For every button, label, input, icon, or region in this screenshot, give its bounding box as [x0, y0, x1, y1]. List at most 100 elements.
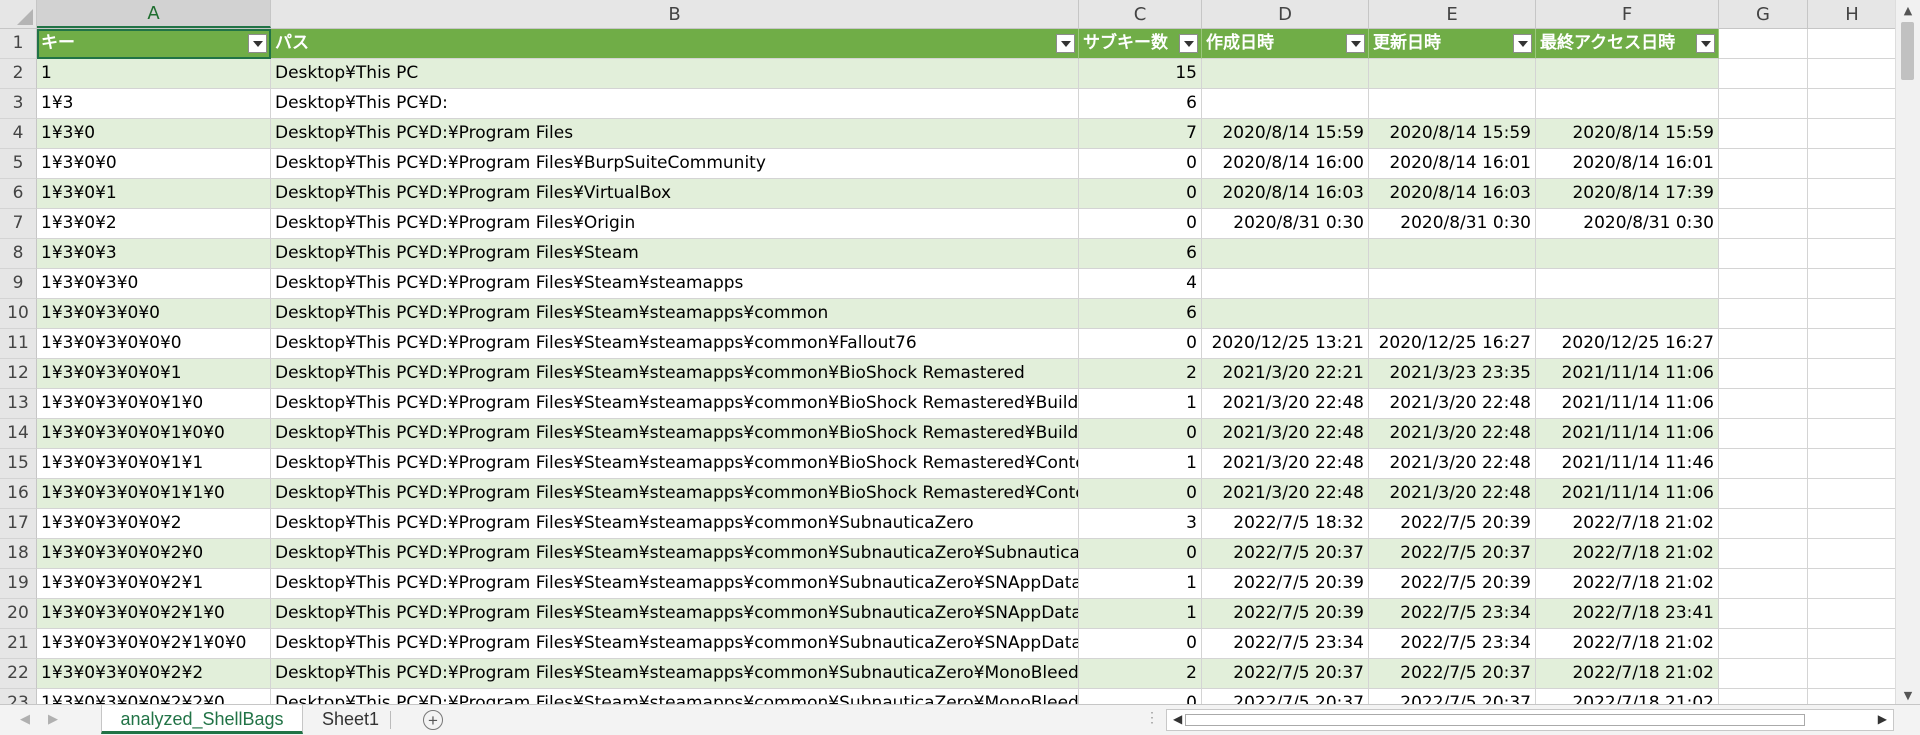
row-number[interactable]: 6: [0, 179, 37, 209]
row-number[interactable]: 5: [0, 149, 37, 179]
cell-created[interactable]: 2022/7/5 18:32: [1202, 509, 1369, 539]
cell-path[interactable]: Desktop¥This PC¥D:¥Program Files¥Steam¥s…: [271, 269, 1079, 299]
cell-path[interactable]: Desktop¥This PC: [271, 59, 1079, 89]
scroll-up-icon[interactable]: ▲: [1896, 0, 1920, 20]
horizontal-scroll-thumb[interactable]: [1185, 714, 1805, 726]
cell-path[interactable]: Desktop¥This PC¥D:¥Program Files¥Steam¥s…: [271, 479, 1079, 509]
row-number[interactable]: 10: [0, 299, 37, 329]
cell-h[interactable]: [1808, 539, 1896, 569]
cell-h[interactable]: [1808, 179, 1896, 209]
column-header-e[interactable]: E: [1369, 0, 1536, 28]
scroll-down-icon[interactable]: ▼: [1896, 685, 1920, 705]
cell-subkeys[interactable]: 1: [1079, 599, 1202, 629]
row-number[interactable]: 21: [0, 629, 37, 659]
row-number[interactable]: 15: [0, 449, 37, 479]
cell-modified[interactable]: [1369, 299, 1536, 329]
cell-subkeys[interactable]: 0: [1079, 179, 1202, 209]
cell-key[interactable]: 1¥3¥0¥3¥0¥0¥2¥2¥0: [37, 689, 271, 705]
cell-accessed[interactable]: 2020/8/14 15:59: [1536, 119, 1719, 149]
cell-path[interactable]: Desktop¥This PC¥D:¥Program Files¥Steam: [271, 239, 1079, 269]
cell-modified[interactable]: 2020/8/31 0:30: [1369, 209, 1536, 239]
cell-accessed[interactable]: [1536, 89, 1719, 119]
cell-path[interactable]: Desktop¥This PC¥D:¥Program Files¥Steam¥s…: [271, 419, 1079, 449]
cell-modified[interactable]: 2021/3/20 22:48: [1369, 419, 1536, 449]
header-cell-key[interactable]: キー: [37, 29, 271, 59]
cell-subkeys[interactable]: 0: [1079, 479, 1202, 509]
cell-g[interactable]: [1719, 509, 1808, 539]
cell-g[interactable]: [1719, 179, 1808, 209]
cell-h[interactable]: [1808, 659, 1896, 689]
cell-key[interactable]: 1¥3¥0¥3¥0¥0¥1¥1¥0: [37, 479, 271, 509]
cell-h[interactable]: [1808, 419, 1896, 449]
cell-created[interactable]: 2022/7/5 20:37: [1202, 689, 1369, 705]
cell-accessed[interactable]: 2021/11/14 11:46: [1536, 449, 1719, 479]
cell-accessed[interactable]: [1536, 59, 1719, 89]
filter-dropdown-icon[interactable]: [1056, 34, 1075, 53]
cell-h[interactable]: [1808, 509, 1896, 539]
tab-analyzed-shellbags[interactable]: analyzed_ShellBags: [101, 705, 303, 734]
cell-key[interactable]: 1¥3¥0¥3¥0¥0: [37, 299, 271, 329]
cell-created[interactable]: 2022/7/5 20:37: [1202, 539, 1369, 569]
cell-path[interactable]: Desktop¥This PC¥D:¥Program Files¥Steam¥s…: [271, 569, 1079, 599]
cell-modified[interactable]: 2020/8/14 16:01: [1369, 149, 1536, 179]
cell-g[interactable]: [1719, 59, 1808, 89]
row-number[interactable]: 3: [0, 89, 37, 119]
column-header-g[interactable]: G: [1719, 0, 1808, 28]
cell-h[interactable]: [1808, 689, 1896, 705]
cell-created[interactable]: 2020/8/14 16:03: [1202, 179, 1369, 209]
cell-key[interactable]: 1¥3¥0¥3¥0¥0¥2¥1¥0¥0: [37, 629, 271, 659]
row-number[interactable]: 14: [0, 419, 37, 449]
cell-created[interactable]: 2020/8/14 16:00: [1202, 149, 1369, 179]
cell-accessed[interactable]: 2020/12/25 16:27: [1536, 329, 1719, 359]
row-number[interactable]: 13: [0, 389, 37, 419]
cell-h[interactable]: [1808, 209, 1896, 239]
cell-created[interactable]: [1202, 299, 1369, 329]
cell-key[interactable]: 1: [37, 59, 271, 89]
filter-dropdown-icon[interactable]: [1513, 34, 1532, 53]
cell-g[interactable]: [1719, 449, 1808, 479]
cell-subkeys[interactable]: 1: [1079, 389, 1202, 419]
cell-created[interactable]: [1202, 89, 1369, 119]
header-cell-accessed[interactable]: 最終アクセス日時: [1536, 29, 1719, 59]
cell-g[interactable]: [1719, 149, 1808, 179]
cell-key[interactable]: 1¥3¥0¥3¥0¥0¥1: [37, 359, 271, 389]
row-number[interactable]: 12: [0, 359, 37, 389]
row-number[interactable]: 18: [0, 539, 37, 569]
cell-path[interactable]: Desktop¥This PC¥D:¥Program Files¥BurpSui…: [271, 149, 1079, 179]
column-header-a[interactable]: A: [37, 0, 271, 28]
cell-g[interactable]: [1719, 329, 1808, 359]
filter-dropdown-icon[interactable]: [248, 34, 267, 53]
cell-key[interactable]: 1¥3¥0¥3¥0¥0¥2: [37, 509, 271, 539]
cell-key[interactable]: 1¥3¥0¥3: [37, 239, 271, 269]
column-header-c[interactable]: C: [1079, 0, 1202, 28]
cell-key[interactable]: 1¥3¥0¥2: [37, 209, 271, 239]
cell-g[interactable]: [1719, 299, 1808, 329]
cell-subkeys[interactable]: 1: [1079, 449, 1202, 479]
cell-h[interactable]: [1808, 119, 1896, 149]
splitter-handle-icon[interactable]: ⋮: [1145, 709, 1159, 726]
vertical-scroll-thumb[interactable]: [1901, 22, 1914, 80]
cell-subkeys[interactable]: 0: [1079, 419, 1202, 449]
cell-h[interactable]: [1808, 569, 1896, 599]
cell-accessed[interactable]: 2022/7/18 21:02: [1536, 539, 1719, 569]
cell-created[interactable]: 2021/3/20 22:48: [1202, 419, 1369, 449]
row-number[interactable]: 9: [0, 269, 37, 299]
cell-path[interactable]: Desktop¥This PC¥D:¥Program Files¥Steam¥s…: [271, 299, 1079, 329]
row-number[interactable]: 2: [0, 59, 37, 89]
filter-dropdown-icon[interactable]: [1346, 34, 1365, 53]
vertical-scrollbar[interactable]: ▲ ▼: [1895, 0, 1920, 705]
cell-subkeys[interactable]: 6: [1079, 299, 1202, 329]
row-number[interactable]: 19: [0, 569, 37, 599]
cell-path[interactable]: Desktop¥This PC¥D:¥Program Files¥Steam¥s…: [271, 449, 1079, 479]
cell-created[interactable]: 2020/8/31 0:30: [1202, 209, 1369, 239]
cell-subkeys[interactable]: 0: [1079, 539, 1202, 569]
cell-subkeys[interactable]: 1: [1079, 569, 1202, 599]
row-number[interactable]: 20: [0, 599, 37, 629]
cell-h[interactable]: [1808, 89, 1896, 119]
cell-accessed[interactable]: 2022/7/18 21:02: [1536, 629, 1719, 659]
row-number[interactable]: 16: [0, 479, 37, 509]
header-cell-subkeys[interactable]: サブキー数: [1079, 29, 1202, 59]
filter-dropdown-icon[interactable]: [1179, 34, 1198, 53]
cell-path[interactable]: Desktop¥This PC¥D:¥Program Files¥Steam¥s…: [271, 509, 1079, 539]
cell-g[interactable]: [1719, 659, 1808, 689]
